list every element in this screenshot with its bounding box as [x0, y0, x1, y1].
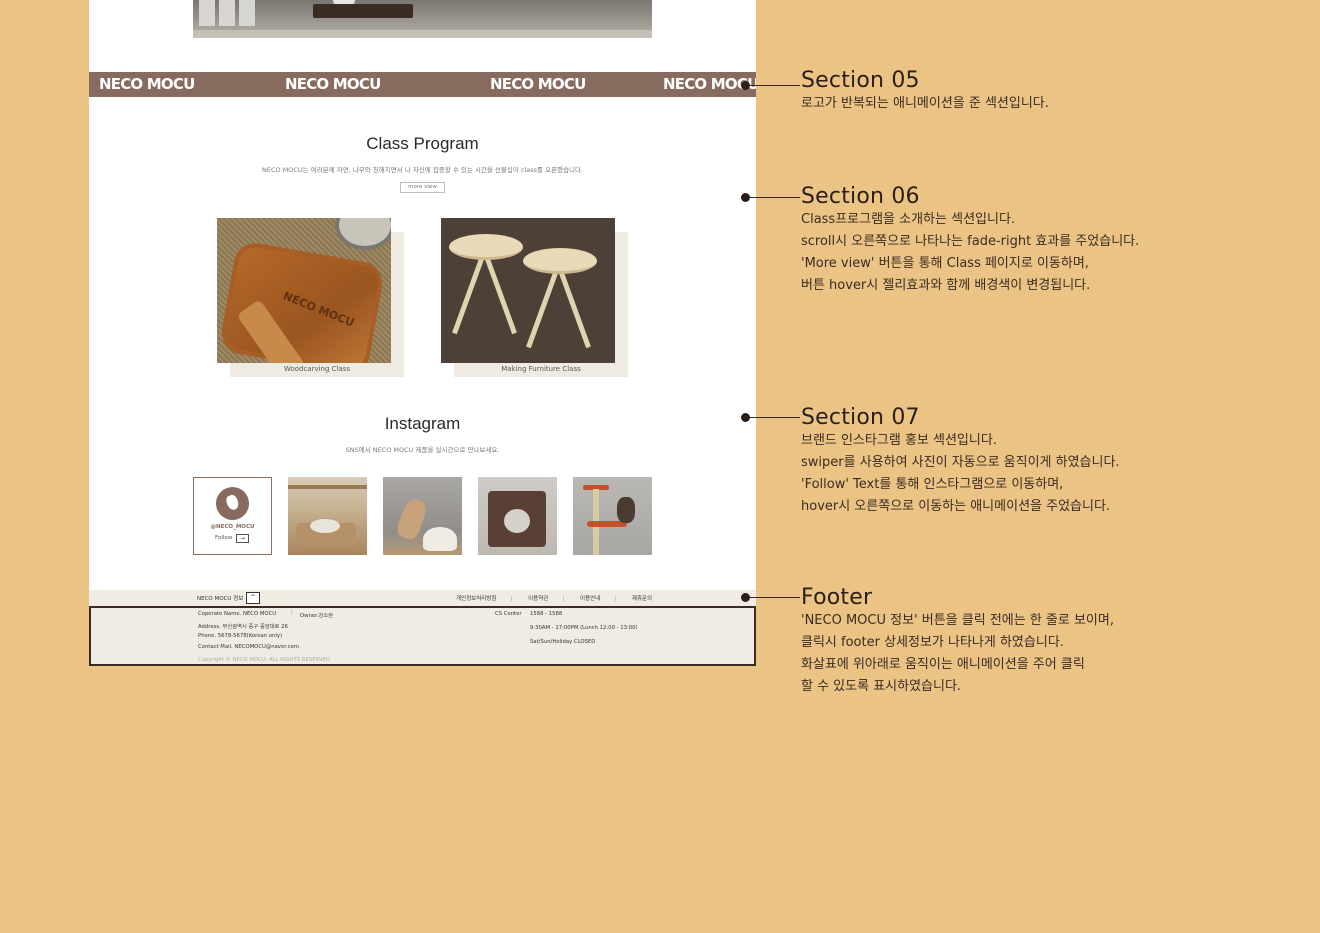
class-program-title: Class Program	[366, 134, 479, 153]
cs-phone: 1588 - 1588	[530, 611, 563, 617]
instagram-handle: @NECO_MOCU	[210, 524, 255, 530]
footer-link[interactable]: 제휴문의	[632, 596, 652, 602]
follow-link[interactable]: Follow	[215, 535, 232, 541]
connector-dot	[741, 413, 750, 422]
instagram-photo[interactable]	[478, 477, 557, 555]
footer-phone: Phone. 5678-5678(Korean only)	[198, 633, 283, 639]
note-section-07: Section 07 브랜드 인스타그램 홍보 섹션입니다. swiper를 사…	[801, 405, 1120, 518]
note-line: 화살표에 위아래로 움직이는 애니메이션을 주어 클릭	[801, 657, 1085, 672]
instagram-photo[interactable]	[573, 477, 652, 555]
note-line: 버튼 hover시 젤리효과와 함께 배경색이 변경됩니다.	[801, 278, 1091, 293]
note-section-05: Section 05 로고가 반복되는 애니메이션을 준 섹션입니다.	[801, 68, 1049, 115]
class-caption: Making Furniture Class	[501, 365, 581, 373]
note-line: 'NECO MOCU 정보' 버튼을 클릭 전에는 한 줄로 보이며,	[801, 613, 1114, 628]
note-line: 'More view' 버튼을 통해 Class 페이지로 이동하며,	[801, 256, 1089, 271]
footer-links: 개인정보처리방침 | 이용약관 | 이용안내 | 제휴문의	[456, 596, 653, 602]
note-line: hover시 오른쪽으로 이동하는 애니메이션을 주었습니다.	[801, 499, 1111, 514]
more-view-button[interactable]: more view	[400, 182, 445, 193]
connector-line	[750, 417, 800, 418]
cat-logo-icon	[216, 487, 249, 520]
footer-link[interactable]: 이용약관	[528, 596, 548, 602]
note-section-06: Section 06 Class프로그램을 소개하는 섹션입니다. scroll…	[801, 184, 1139, 297]
marquee-logo: NECO MOCU	[285, 75, 381, 93]
note-line: 클릭시 footer 상세정보가 나타나게 하였습니다.	[801, 635, 1064, 650]
footer-mail: Contact Mail. NECOMOCU@naver.com	[198, 644, 299, 650]
instagram-description: SNS에서 NECO MOCU 제품을 실시간으로 만나보세요.	[345, 446, 500, 454]
footer-company: Coperate Name. NECO MOCU	[198, 611, 277, 617]
note-line: 로고가 반복되는 애니메이션을 준 섹션입니다.	[801, 96, 1049, 111]
note-title: Section 07	[801, 405, 920, 430]
arrow-right-icon[interactable]: →	[236, 534, 249, 543]
footer-link[interactable]: 개인정보처리방침	[456, 596, 496, 602]
logo-marquee: NECO MOCU NECO MOCU NECO MOCU NECO MOCU	[89, 72, 756, 97]
class-caption: Woodcarving Class	[283, 365, 351, 373]
connector-line	[750, 597, 800, 598]
instagram-photo[interactable]	[288, 477, 367, 555]
instagram-photo[interactable]	[383, 477, 462, 555]
connector-dot	[741, 593, 750, 602]
note-line: Class프로그램을 소개하는 섹션입니다.	[801, 212, 1016, 227]
board-engraving: NECO MOCU	[281, 289, 356, 330]
note-line: 할 수 있도록 표시하였습니다.	[801, 679, 962, 694]
instagram-profile-card[interactable]: @NECO_MOCU Follow →	[193, 477, 272, 555]
footer-address: Address. 부산광역시 중구 중앙대로 26	[198, 624, 288, 630]
note-title: Section 05	[801, 68, 920, 93]
woodcarving-image: NECO MOCU	[217, 218, 391, 363]
chevron-up-icon[interactable]: ^	[246, 592, 260, 604]
footer-detail: Coperate Name. NECO MOCU | Owner.강소란 Add…	[89, 606, 756, 666]
footer-owner: Owner.강소란	[300, 613, 334, 619]
website-mockup: NECO MOCU NECO MOCU NECO MOCU NECO MOCU …	[89, 0, 756, 666]
note-line: 'Follow' Text를 통해 인스타그램으로 이동하며,	[801, 477, 1064, 492]
marquee-logo: NECO MOCU	[490, 75, 586, 93]
footer-link[interactable]: 이용안내	[580, 596, 600, 602]
connector-dot	[741, 81, 750, 90]
connector-dot	[741, 193, 750, 202]
cs-closed: Sat/Sun/Holiday CLOSED	[530, 639, 596, 645]
footer-info-toggle-label[interactable]: NECO MOCU 정보	[197, 594, 243, 602]
note-line: swiper를 사용하여 사진이 자동으로 움직이게 하였습니다.	[801, 455, 1120, 470]
furniture-image	[441, 218, 615, 363]
note-line: scroll시 오른쪽으로 나타나는 fade-right 효과를 주었습니다.	[801, 234, 1140, 249]
connector-line	[750, 85, 800, 86]
footer-bar: NECO MOCU 정보 ^ 개인정보처리방침 | 이용약관 | 이용안내 | 제휴문…	[89, 590, 756, 606]
note-line: 브랜드 인스타그램 홍보 섹션입니다.	[801, 433, 997, 448]
marquee-logo: NECO MOCU	[99, 75, 195, 93]
note-title: Footer	[801, 585, 873, 610]
cs-center-label: CS Center	[495, 611, 522, 617]
living-room-image	[193, 0, 652, 38]
class-program-description: NECO MOCU는 여러분께 자연, 나무와 친해지면서 나 자신에 집중할 …	[261, 166, 584, 174]
note-footer: Footer 'NECO MOCU 정보' 버튼을 클릭 전에는 한 줄로 보이…	[801, 585, 1114, 698]
instagram-title: Instagram	[384, 414, 461, 433]
cs-hours: 9:30AM - 17:00PM (Lunch 12:00 - 13:00)	[530, 625, 638, 631]
connector-line	[750, 197, 800, 198]
footer-copyright: Copyright © NECO MOCU. ALL RIGHTS RESERV…	[198, 657, 331, 663]
note-title: Section 06	[801, 184, 920, 209]
